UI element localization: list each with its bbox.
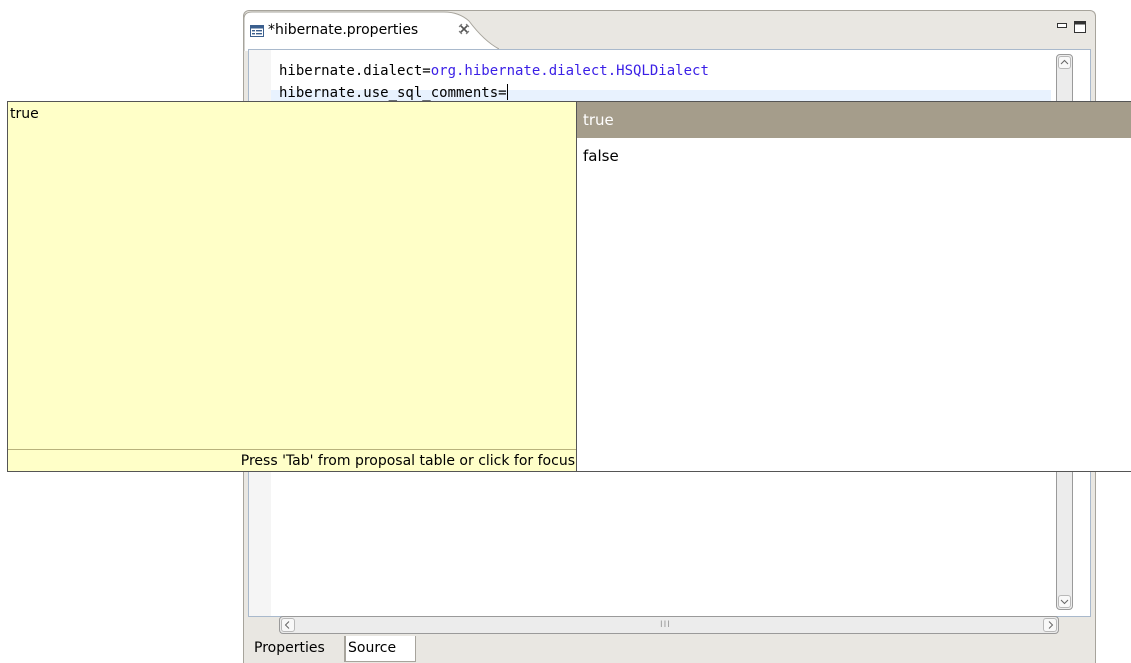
editor-tab[interactable]: *hibernate.properties	[244, 11, 499, 51]
chevron-down-icon	[1060, 599, 1069, 605]
close-icon[interactable]	[457, 22, 471, 36]
property-key: hibernate.use_sql_comments=	[279, 85, 507, 101]
text-caret	[506, 84, 508, 100]
proposal-item[interactable]: false	[577, 138, 1131, 174]
property-key: hibernate.dialect=	[279, 63, 431, 79]
properties-file-icon	[250, 25, 264, 37]
tab-title: *hibernate.properties	[268, 22, 419, 38]
scroll-down-button[interactable]	[1058, 595, 1071, 608]
chevron-up-icon	[1060, 59, 1069, 65]
scroll-left-button[interactable]	[281, 618, 295, 632]
minimize-icon[interactable]	[1057, 23, 1067, 29]
scroll-grip: III	[660, 620, 671, 630]
proposal-info-popup[interactable]: true Press 'Tab' from proposal table or …	[7, 101, 578, 472]
editor-tabbar: *hibernate.properties	[244, 11, 1095, 51]
chevron-left-icon	[284, 621, 290, 629]
scroll-up-button[interactable]	[1058, 56, 1071, 69]
chevron-right-icon	[1048, 621, 1054, 629]
tab-properties[interactable]: Properties	[252, 636, 345, 662]
code-line: hibernate.dialect=org.hibernate.dialect.…	[279, 60, 709, 82]
property-value: org.hibernate.dialect.HSQLDialect	[430, 63, 709, 79]
info-popup-footer: Press 'Tab' from proposal table or click…	[8, 449, 577, 471]
scroll-right-button[interactable]	[1043, 618, 1057, 632]
proposal-list[interactable]: true false	[576, 101, 1131, 472]
proposal-item[interactable]: true	[577, 102, 1131, 138]
code-content[interactable]: hibernate.dialect=org.hibernate.dialect.…	[279, 60, 709, 104]
horizontal-scrollbar[interactable]: III	[279, 616, 1059, 634]
maximize-icon[interactable]	[1074, 21, 1086, 33]
info-text: true	[10, 106, 39, 122]
tab-source[interactable]: Source	[345, 636, 416, 662]
